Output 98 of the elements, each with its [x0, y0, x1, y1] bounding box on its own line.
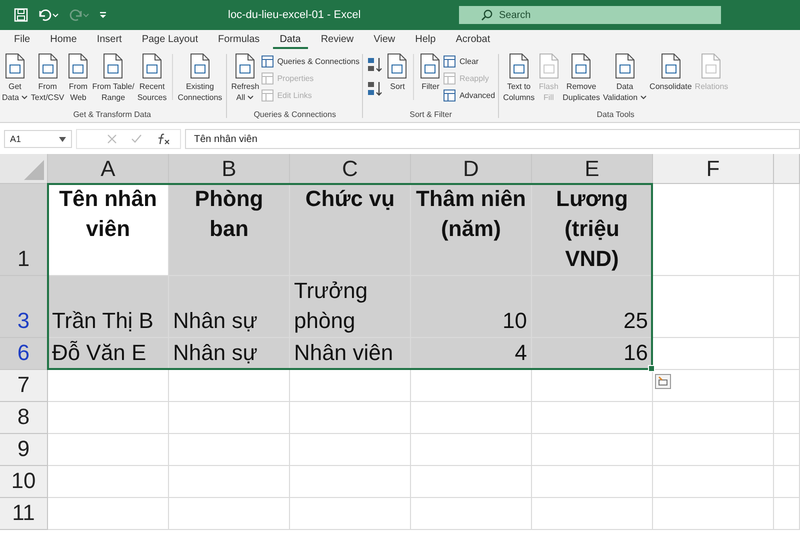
table-cell: Nhân viên — [290, 338, 411, 370]
ribbon-button[interactable]: Refresh All — [230, 52, 260, 104]
document-icon — [36, 53, 59, 79]
save-icon[interactable] — [14, 8, 28, 22]
ribbon-button[interactable]: Get Data — [1, 52, 29, 104]
ribbon-button[interactable]: Recent Sources — [136, 52, 168, 104]
ribbon-button[interactable]: Clear — [443, 54, 496, 69]
row-header[interactable]: 1 — [0, 184, 48, 276]
ribbon-button[interactable]: Existing Connections — [176, 52, 224, 104]
table-cell: 10 — [411, 276, 532, 338]
table-cell — [774, 498, 800, 530]
sort-descending-icon[interactable] — [366, 80, 384, 98]
ribbon-button[interactable]: From Web — [66, 52, 90, 104]
check-icon[interactable] — [131, 134, 142, 144]
ribbon-tab[interactable]: File — [7, 32, 38, 48]
column-header[interactable]: D — [411, 154, 532, 184]
table-cell — [774, 466, 800, 498]
ribbon-tab[interactable]: Page Layout — [134, 32, 205, 48]
group-label: Sort & Filter — [410, 110, 452, 121]
ribbon-tab[interactable]: Review — [314, 32, 361, 48]
table-cell — [774, 370, 800, 402]
function-icon[interactable] — [156, 133, 170, 145]
document-icon — [102, 53, 124, 79]
ribbon-button[interactable]: Advanced — [443, 88, 496, 103]
document-icon — [660, 53, 682, 79]
document-icon — [234, 53, 256, 79]
ribbon-tab[interactable]: Formulas — [211, 32, 267, 48]
window-title: loc-du-lieu-excel-01 - Excel — [228, 9, 361, 21]
document-icon — [419, 53, 442, 79]
table-cell: Lương (triệu VND) — [532, 184, 653, 276]
column-header[interactable]: F — [653, 154, 774, 184]
name-box[interactable]: A1 — [4, 130, 72, 148]
table-cell: Nhân sự — [169, 338, 290, 370]
ribbon-button[interactable]: Remove Duplicates — [562, 52, 601, 104]
document-icon — [188, 53, 211, 79]
group-label: Get & Transform Data — [73, 110, 151, 121]
ribbon-button[interactable]: Data Validation — [602, 52, 648, 104]
customize-icon[interactable] — [99, 11, 107, 19]
table-cell: 4 — [411, 338, 532, 370]
column-header[interactable]: B — [169, 154, 290, 184]
row-header[interactable]: 6 — [0, 338, 48, 370]
table-cell: Đỗ Văn E — [48, 338, 169, 370]
row-header[interactable]: 7 — [0, 370, 48, 402]
ribbon-button[interactable]: Sort — [385, 52, 410, 93]
ribbon-tab[interactable]: Insert — [90, 32, 129, 48]
ribbon-button[interactable]: From Table/ Range — [91, 52, 136, 104]
ribbon-button[interactable]: Filter — [418, 52, 442, 93]
column-header[interactable]: E — [532, 154, 653, 184]
ribbon-tab[interactable]: Acrobat — [448, 32, 498, 48]
column-header[interactable]: C — [290, 154, 411, 184]
group-label: Queries & Connections — [254, 110, 336, 121]
row-header[interactable]: 9 — [0, 434, 48, 466]
table-cell: Thâm niên (năm) — [411, 184, 532, 276]
ribbon-button[interactable]: Text to Columns — [502, 52, 536, 104]
row-header[interactable]: 8 — [0, 402, 48, 434]
table-cell: Chức vụ — [290, 184, 411, 276]
ribbon-button[interactable]: Consolidate — [648, 52, 693, 93]
document-icon — [614, 53, 636, 79]
sort-ascending-icon[interactable] — [366, 56, 384, 74]
ribbon-tab[interactable]: Help — [408, 32, 443, 48]
ribbon-tab[interactable]: Home — [43, 32, 84, 48]
formula-field[interactable]: Tên nhân viên — [185, 129, 800, 149]
sheet-icon — [261, 55, 274, 68]
table-cell: 25 — [532, 276, 653, 338]
search-field[interactable]: Search — [459, 6, 721, 24]
dropdown-icon — [59, 136, 66, 142]
ribbon-button[interactable]: Queries & Connections — [261, 54, 360, 69]
row-header[interactable]: 11 — [0, 498, 48, 530]
undo-icon[interactable] — [37, 8, 59, 22]
sheet-icon — [261, 89, 274, 102]
document-icon — [700, 53, 722, 79]
table-cell — [774, 276, 800, 338]
table-cell: Phòng ban — [169, 184, 290, 276]
document-icon — [538, 53, 560, 79]
table-cell: Trần Thị B — [48, 276, 169, 338]
table-cell: Nhân sự — [169, 276, 290, 338]
document-icon — [4, 53, 26, 79]
table-cell — [774, 402, 800, 434]
table-cell: 16 — [532, 338, 653, 370]
sheet-icon — [261, 72, 274, 85]
document-icon — [508, 53, 530, 79]
table-cell — [774, 338, 800, 370]
row-header[interactable]: 10 — [0, 466, 48, 498]
group-label: Data Tools — [596, 110, 634, 121]
document-icon — [141, 53, 164, 79]
sheet-icon — [443, 89, 456, 102]
ribbon-tab[interactable]: View — [366, 32, 402, 48]
table-cell: Trưởng phòng — [290, 276, 411, 338]
row-header[interactable]: 3 — [0, 276, 48, 338]
document-icon — [386, 53, 408, 79]
document-icon — [67, 53, 90, 79]
table-cell — [774, 434, 800, 466]
document-icon — [570, 53, 592, 79]
ribbon-button[interactable]: From Text/CSV — [30, 52, 66, 104]
column-header[interactable]: A — [48, 154, 169, 184]
clipboard-icon[interactable] — [655, 374, 671, 389]
sheet-icon — [443, 55, 456, 68]
sheet-icon — [443, 72, 456, 85]
